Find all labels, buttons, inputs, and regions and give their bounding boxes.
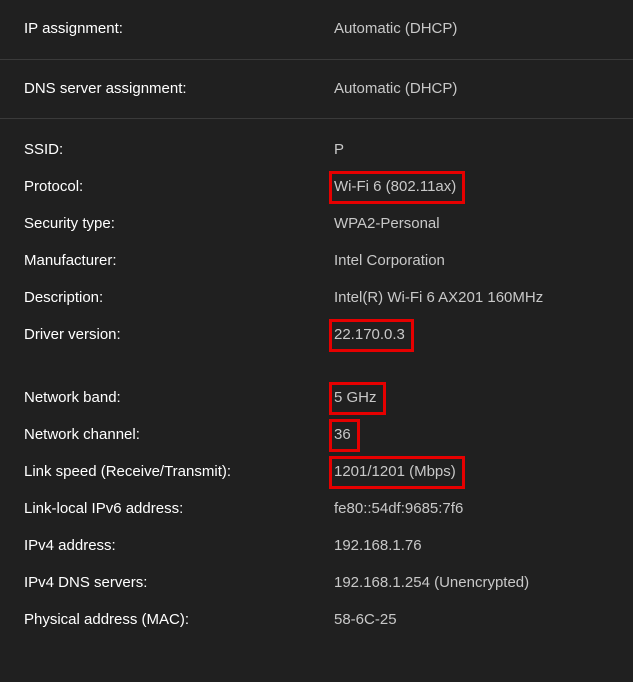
highlight-channel: 36 <box>329 419 360 452</box>
protocol-label: Protocol: <box>24 176 334 199</box>
mac-row: Physical address (MAC): 58-6C-25 <box>24 603 633 640</box>
band-label: Network band: <box>24 387 334 410</box>
channel-label: Network channel: <box>24 424 334 447</box>
security-label: Security type: <box>24 213 334 236</box>
ip-assignment-section: IP assignment: Automatic (DHCP) <box>0 0 633 59</box>
ipv4-row: IPv4 address: 192.168.1.76 <box>24 529 633 566</box>
manufacturer-value: Intel Corporation <box>334 250 465 273</box>
mac-value: 58-6C-25 <box>334 609 417 632</box>
link-speed-label: Link speed (Receive/Transmit): <box>24 461 334 484</box>
driver-label: Driver version: <box>24 324 334 347</box>
security-row: Security type: WPA2-Personal <box>24 207 633 244</box>
manufacturer-label: Manufacturer: <box>24 250 334 273</box>
ipv6-local-value: fe80::54df:9685:7f6 <box>334 498 483 521</box>
ipv4-value: 192.168.1.76 <box>334 535 442 558</box>
network-properties-panel: IP assignment: Automatic (DHCP) DNS serv… <box>0 0 633 654</box>
dns-assignment-label: DNS server assignment: <box>24 78 334 101</box>
ipv4-dns-value: 192.168.1.254 (Unencrypted) <box>334 572 549 595</box>
description-label: Description: <box>24 287 334 310</box>
band-value: 5 GHz <box>334 387 406 415</box>
highlight-band: 5 GHz <box>329 382 386 415</box>
channel-value: 36 <box>334 424 380 452</box>
description-value: Intel(R) Wi-Fi 6 AX201 160MHz <box>334 287 563 310</box>
ipv6-local-row: Link-local IPv6 address: fe80::54df:9685… <box>24 492 633 529</box>
driver-row: Driver version: 22.170.0.3 <box>24 318 633 355</box>
description-row: Description: Intel(R) Wi-Fi 6 AX201 160M… <box>24 281 633 318</box>
highlight-driver: 22.170.0.3 <box>329 319 414 352</box>
protocol-row: Protocol: Wi-Fi 6 (802.11ax) <box>24 170 633 207</box>
mac-label: Physical address (MAC): <box>24 609 334 632</box>
ipv4-dns-label: IPv4 DNS servers: <box>24 572 334 595</box>
ssid-row: SSID: P <box>24 133 633 170</box>
highlight-protocol: Wi-Fi 6 (802.11ax) <box>329 171 465 204</box>
band-row: Network band: 5 GHz <box>24 381 633 418</box>
dns-assignment-row: DNS server assignment: Automatic (DHCP) <box>24 78 633 101</box>
ipv4-dns-row: IPv4 DNS servers: 192.168.1.254 (Unencry… <box>24 566 633 603</box>
dns-assignment-section: DNS server assignment: Automatic (DHCP) <box>0 59 633 119</box>
ipv4-label: IPv4 address: <box>24 535 334 558</box>
ip-assignment-label: IP assignment: <box>24 18 334 41</box>
manufacturer-row: Manufacturer: Intel Corporation <box>24 244 633 281</box>
ssid-value: P <box>334 139 364 162</box>
ip-assignment-value: Automatic (DHCP) <box>334 18 477 41</box>
link-speed-row: Link speed (Receive/Transmit): 1201/1201… <box>24 455 633 492</box>
protocol-value: Wi-Fi 6 (802.11ax) <box>334 176 485 204</box>
security-value: WPA2-Personal <box>334 213 460 236</box>
highlight-link-speed: 1201/1201 (Mbps) <box>329 456 465 489</box>
network-details-section: SSID: P Protocol: Wi-Fi 6 (802.11ax) Sec… <box>0 118 633 654</box>
dns-assignment-value: Automatic (DHCP) <box>334 78 477 101</box>
ssid-label: SSID: <box>24 139 334 162</box>
ipv6-local-label: Link-local IPv6 address: <box>24 498 334 521</box>
driver-value: 22.170.0.3 <box>334 324 434 352</box>
spacer <box>24 355 633 381</box>
ip-assignment-row: IP assignment: Automatic (DHCP) <box>24 18 633 41</box>
channel-row: Network channel: 36 <box>24 418 633 455</box>
link-speed-value: 1201/1201 (Mbps) <box>334 461 485 489</box>
